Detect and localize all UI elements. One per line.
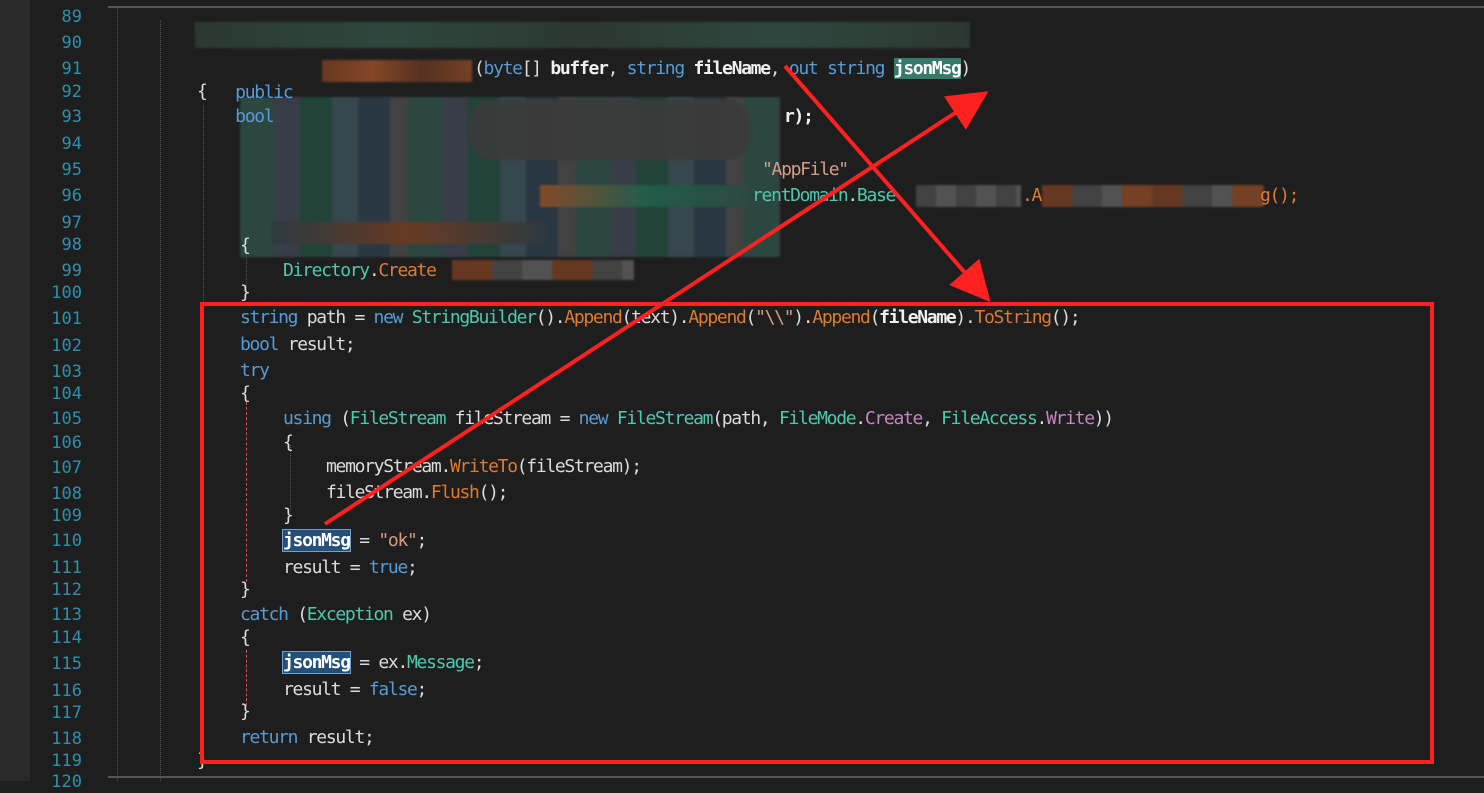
arrow-jsonmsg-to-param <box>323 91 989 526</box>
annotation-overlay <box>200 64 1434 764</box>
arrow-filename-to-box <box>783 64 991 303</box>
highlight-box <box>200 302 1434 764</box>
